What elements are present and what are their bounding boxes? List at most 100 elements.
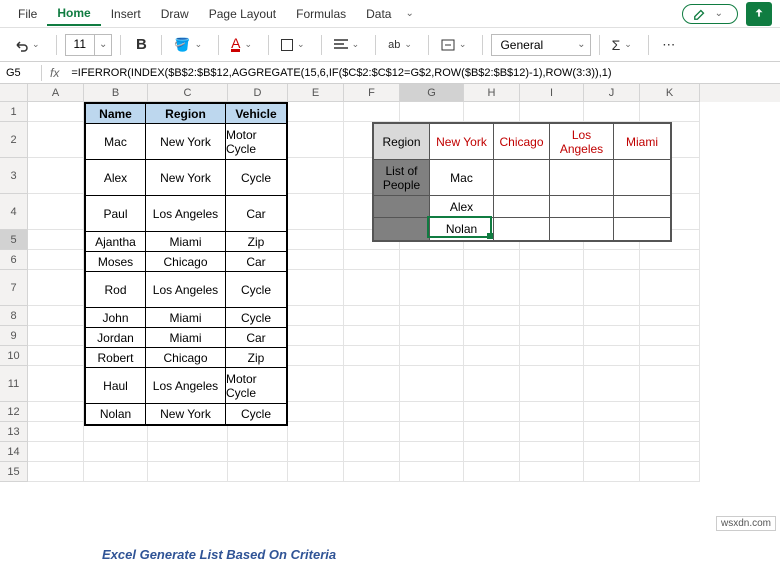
undo-button[interactable]: ⌄ [8, 33, 48, 57]
cell[interactable] [640, 306, 700, 326]
cell[interactable] [344, 462, 400, 482]
cell[interactable] [28, 346, 84, 366]
tab-draw[interactable]: Draw [151, 3, 199, 25]
cell[interactable] [400, 462, 464, 482]
row-header[interactable]: 7 [0, 270, 28, 306]
font-size-select[interactable]: 11⌄ [65, 34, 113, 56]
cell[interactable] [584, 462, 640, 482]
cell[interactable] [288, 306, 344, 326]
tab-file[interactable]: File [8, 3, 47, 25]
cell[interactable] [400, 270, 464, 306]
col-header[interactable]: B [84, 84, 148, 102]
more-button[interactable]: ⋯ [657, 33, 681, 57]
cell[interactable] [464, 270, 520, 306]
cell[interactable] [344, 326, 400, 346]
cell[interactable] [288, 230, 344, 250]
cell[interactable] [400, 366, 464, 402]
cell[interactable] [640, 250, 700, 270]
cell[interactable] [288, 402, 344, 422]
cell[interactable] [400, 102, 464, 122]
col-header[interactable]: E [288, 84, 344, 102]
cell[interactable] [520, 422, 584, 442]
col-header[interactable]: K [640, 84, 700, 102]
cell[interactable] [520, 346, 584, 366]
cell[interactable] [148, 462, 228, 482]
col-header[interactable]: A [28, 84, 84, 102]
cell[interactable] [344, 250, 400, 270]
cell[interactable] [520, 366, 584, 402]
row-header[interactable]: 8 [0, 306, 28, 326]
cell[interactable] [28, 402, 84, 422]
share-button[interactable] [746, 2, 772, 26]
cell[interactable] [520, 270, 584, 306]
cell[interactable] [288, 422, 344, 442]
cell[interactable] [400, 250, 464, 270]
cell[interactable] [28, 326, 84, 346]
autosum-button[interactable]: Σ⌄ [608, 33, 640, 57]
cell[interactable] [640, 326, 700, 346]
cell[interactable] [520, 442, 584, 462]
cell[interactable] [288, 250, 344, 270]
tab-data[interactable]: Data [356, 3, 401, 25]
spreadsheet-grid[interactable]: A B C D E F G H I J K 123456789101112131… [0, 84, 780, 482]
borders-button[interactable]: ⌄ [277, 33, 313, 57]
cell[interactable] [520, 250, 584, 270]
formula-input[interactable]: =IFERROR(INDEX($B$2:$B$12,AGGREGATE(15,6… [67, 65, 780, 81]
tab-insert[interactable]: Insert [101, 3, 151, 25]
cell[interactable] [464, 346, 520, 366]
cell[interactable] [344, 102, 400, 122]
row-header[interactable]: 5 [0, 230, 28, 250]
cell[interactable] [400, 306, 464, 326]
cell[interactable] [344, 270, 400, 306]
row-header[interactable]: 2 [0, 122, 28, 158]
row-header[interactable]: 15 [0, 462, 28, 482]
cell[interactable] [584, 402, 640, 422]
cell[interactable] [400, 402, 464, 422]
cell[interactable] [344, 366, 400, 402]
row-header[interactable]: 3 [0, 158, 28, 194]
row-header[interactable]: 6 [0, 250, 28, 270]
bold-button[interactable]: B [129, 33, 153, 57]
cell[interactable] [464, 442, 520, 462]
cell[interactable] [344, 422, 400, 442]
cell[interactable] [640, 346, 700, 366]
cell[interactable] [464, 402, 520, 422]
cell[interactable] [288, 442, 344, 462]
col-header[interactable]: H [464, 84, 520, 102]
cell[interactable] [400, 422, 464, 442]
cell[interactable] [288, 326, 344, 346]
cell[interactable] [520, 462, 584, 482]
font-color-button[interactable]: A⌄ [227, 33, 260, 57]
cell[interactable] [520, 306, 584, 326]
cell[interactable] [344, 346, 400, 366]
cell[interactable] [640, 366, 700, 402]
number-format-select[interactable]: General⌄ [491, 34, 590, 56]
cell[interactable] [584, 442, 640, 462]
cell[interactable] [28, 366, 84, 402]
wrap-text-button[interactable]: ab⌄ [384, 33, 420, 57]
cell[interactable] [28, 306, 84, 326]
row-header[interactable]: 13 [0, 422, 28, 442]
cell[interactable] [584, 422, 640, 442]
edit-mode-toggle[interactable]: ⌄ [682, 4, 738, 24]
cell[interactable] [288, 194, 344, 230]
col-header[interactable]: J [584, 84, 640, 102]
col-header[interactable]: I [520, 84, 584, 102]
cell[interactable] [28, 158, 84, 194]
cell[interactable] [148, 442, 228, 462]
fill-color-button[interactable]: 🪣⌄ [170, 33, 210, 57]
cell[interactable] [464, 102, 520, 122]
cell[interactable] [640, 462, 700, 482]
cell[interactable] [288, 462, 344, 482]
cell[interactable] [228, 462, 288, 482]
fx-icon[interactable]: fx [42, 66, 67, 80]
cell[interactable] [28, 194, 84, 230]
row-header[interactable]: 11 [0, 366, 28, 402]
align-button[interactable]: ⌄ [330, 33, 368, 57]
cell[interactable] [28, 462, 84, 482]
cell[interactable] [584, 102, 640, 122]
col-header[interactable]: D [228, 84, 288, 102]
row-header[interactable]: 1 [0, 102, 28, 122]
col-header[interactable]: G [400, 84, 464, 102]
cell[interactable] [584, 366, 640, 402]
